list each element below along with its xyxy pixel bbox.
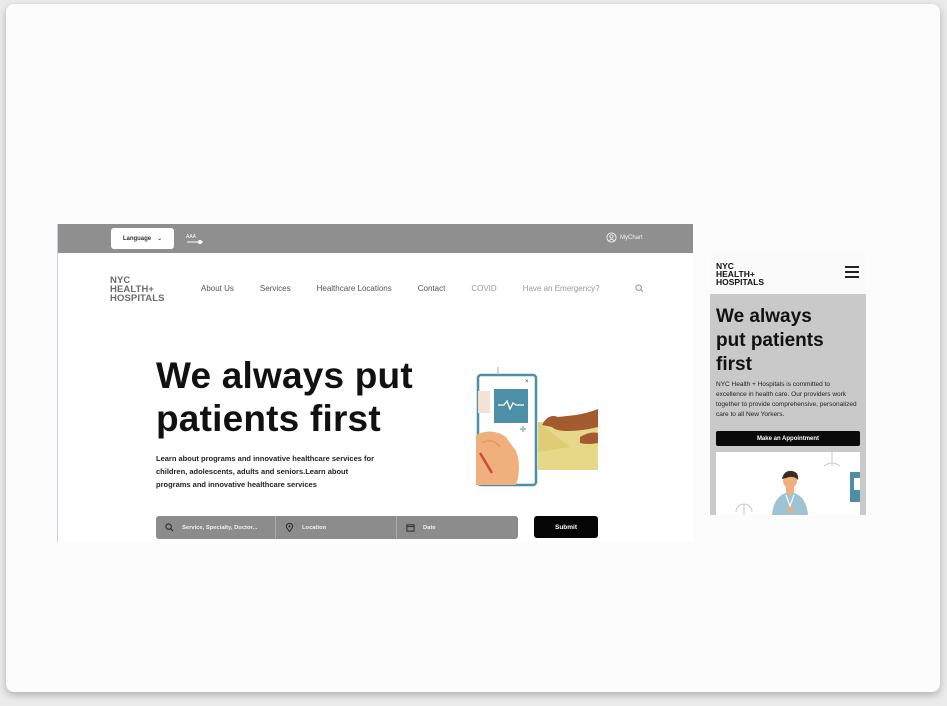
mychart-link[interactable]: MyChart — [606, 232, 643, 243]
language-button[interactable]: Language ⌄ — [111, 228, 174, 249]
appointment-search-bar: Service, Specialty, Doctor... Location D… — [156, 516, 518, 539]
nav-healthcare-locations[interactable]: Healthcare Locations — [317, 284, 392, 293]
font-size-icon: AAA — [186, 234, 197, 240]
nav-emergency[interactable]: Have an Emergency? — [523, 284, 600, 293]
submit-button[interactable]: Submit — [534, 516, 598, 538]
mobile-header: NYC HEALTH+ HOSPITALS — [710, 252, 866, 294]
mobile-mockup: NYC HEALTH+ HOSPITALS We always put pati… — [710, 252, 866, 515]
make-appointment-button[interactable]: Make an Appointment — [716, 431, 860, 446]
location-placeholder: Location — [302, 524, 327, 531]
user-circle-icon — [606, 232, 617, 243]
mychart-label: MyChart — [620, 234, 643, 241]
nav-services[interactable]: Services — [260, 284, 291, 293]
nav-about-us[interactable]: About Us — [201, 284, 234, 293]
hero-title: We always put patients first — [156, 354, 413, 440]
hero-title-line-1: We always put — [156, 355, 413, 396]
telehealth-illustration: × — [476, 357, 600, 487]
hero-title-line-2: patients first — [156, 398, 381, 439]
presentation-card: Language ⌄ AAA MyChart NYC HEALTH+ HOSPI… — [6, 4, 940, 692]
mobile-logo-line-3: HOSPITALS — [716, 277, 765, 287]
svg-text:×: × — [525, 379, 529, 385]
search-icon[interactable] — [635, 284, 644, 293]
nav-contact[interactable]: Contact — [418, 284, 446, 293]
calendar-icon — [406, 524, 415, 532]
service-search-field[interactable]: Service, Specialty, Doctor... — [156, 516, 275, 539]
mobile-hero-title-line-1: We always — [716, 306, 812, 327]
doctor-illustration — [716, 452, 860, 515]
mobile-hero-description: NYC Health + Hospitals is committed to e… — [716, 381, 857, 418]
desktop-mockup: Language ⌄ AAA MyChart NYC HEALTH+ HOSPI… — [57, 224, 693, 542]
hamburger-menu-icon[interactable] — [845, 266, 859, 278]
date-field[interactable]: Date — [396, 516, 517, 539]
mobile-hero-title-line-2: put patients — [716, 330, 824, 351]
utility-bar: Language ⌄ AAA MyChart — [58, 224, 693, 253]
location-field[interactable]: Location — [275, 516, 396, 539]
nyc-health-hospitals-logo[interactable]: NYC HEALTH+ HOSPITALS — [110, 276, 165, 304]
hero-description: Learn about programs and innovative heal… — [156, 454, 374, 489]
main-navigation: About Us Services Healthcare Locations C… — [201, 284, 626, 293]
logo-line-3: HOSPITALS — [110, 293, 165, 304]
date-placeholder: Date — [423, 524, 436, 531]
language-button-label: Language — [122, 235, 152, 242]
nav-covid[interactable]: COVID — [471, 284, 496, 293]
font-size-slider[interactable]: AAA — [186, 230, 206, 246]
location-pin-icon — [285, 523, 294, 532]
mobile-logo[interactable]: NYC HEALTH+ HOSPITALS — [716, 262, 765, 287]
search-icon — [165, 523, 174, 532]
mobile-hero-title: We always put patients first — [716, 305, 824, 377]
service-search-placeholder: Service, Specialty, Doctor... — [182, 524, 258, 531]
language-translate-icon: ⌄ — [157, 236, 163, 242]
mobile-hero-title-line-3: first — [716, 354, 752, 375]
